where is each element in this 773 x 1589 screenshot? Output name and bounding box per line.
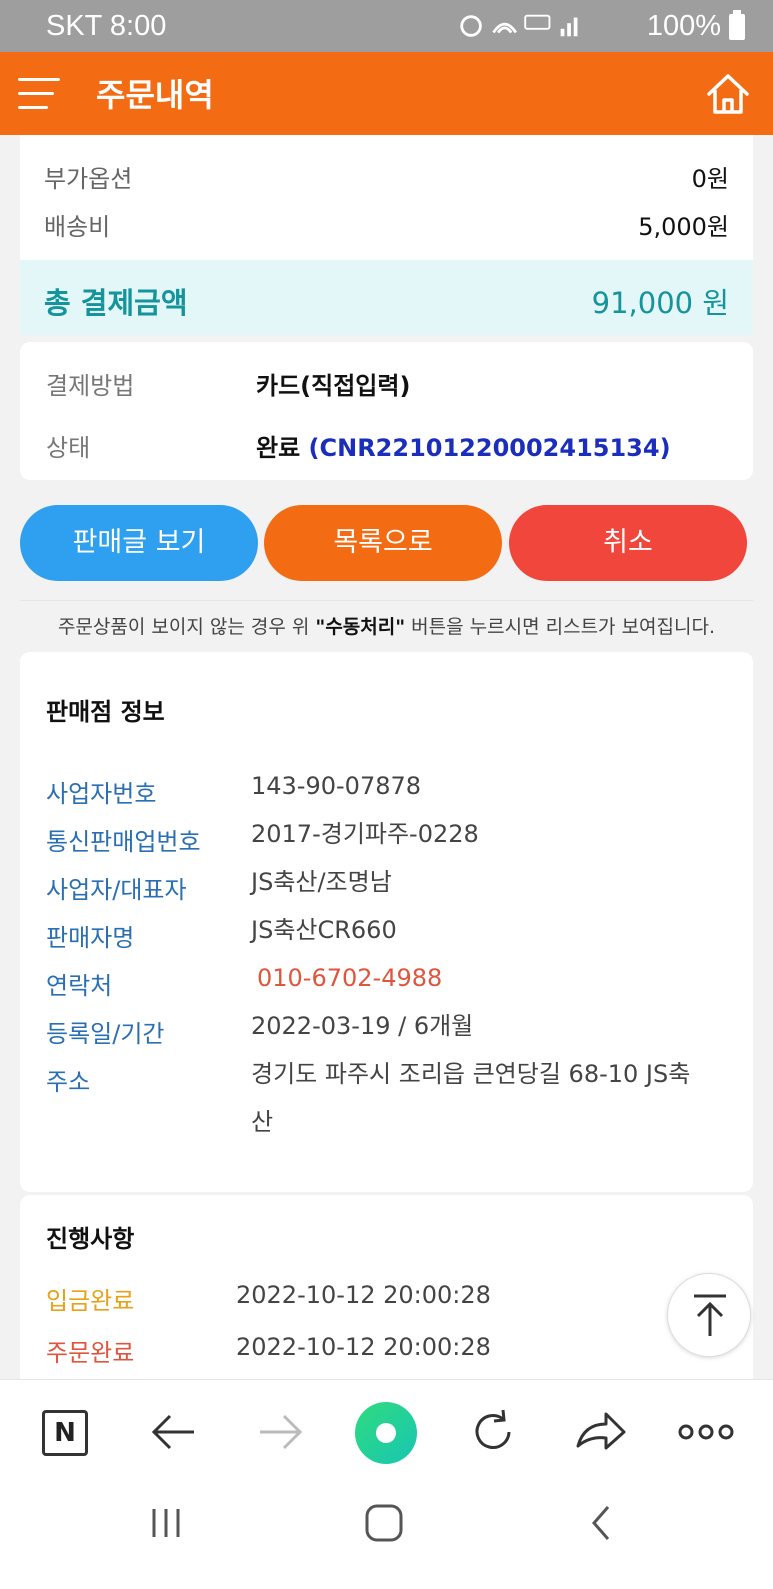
option-value: 0원 bbox=[691, 165, 729, 193]
option-label: 부가옵션 bbox=[44, 165, 133, 193]
home-icon[interactable] bbox=[705, 72, 751, 116]
order-detail-content[interactable]: 부가옵션 0원 배송비 5,000원 총 결제금액 91,000 원 결제방법 … bbox=[0, 135, 773, 1379]
status-value: 완료 (CNR22101220002415134) bbox=[256, 434, 671, 462]
share-icon[interactable] bbox=[570, 1402, 630, 1462]
forward-arrow-icon[interactable] bbox=[250, 1402, 310, 1462]
system-nav-bar bbox=[0, 1483, 773, 1589]
scroll-top-button[interactable] bbox=[667, 1273, 751, 1357]
divider bbox=[20, 600, 753, 601]
naver-n-icon: N bbox=[42, 1410, 88, 1456]
total-value: 91,000 원 bbox=[591, 286, 729, 320]
progress-card: 진행사항 입금완료 2022-10-12 20:00:28 주문완료 2022-… bbox=[20, 1195, 753, 1379]
app-bar: 주문내역 bbox=[0, 52, 773, 135]
status-icons bbox=[460, 14, 578, 37]
hamburger-menu-icon[interactable] bbox=[18, 76, 62, 112]
status-label: 상태 bbox=[46, 434, 91, 462]
back-arrow-icon[interactable] bbox=[144, 1402, 204, 1462]
green-dot-icon bbox=[355, 1402, 417, 1464]
arrow-up-icon bbox=[694, 1294, 726, 1336]
battery-text: 100% bbox=[646, 10, 721, 42]
seller-phone-link[interactable]: 010-6702-4988 bbox=[257, 954, 717, 1002]
total-label: 총 결제금액 bbox=[44, 286, 188, 320]
carrier-time: SKT 8:00 bbox=[46, 10, 167, 42]
recent-apps-icon[interactable] bbox=[146, 1503, 186, 1543]
payment-card: 결제방법 카드(직접입력) 상태 완료 (CNR2210122000241513… bbox=[20, 342, 753, 480]
status-bar: SKT 8:00 100% bbox=[0, 0, 773, 52]
back-nav-icon[interactable] bbox=[582, 1503, 622, 1543]
battery-icon bbox=[729, 10, 745, 40]
seller-info-heading: 판매점 정보 bbox=[46, 698, 165, 726]
payment-method-label: 결제방법 bbox=[46, 372, 135, 400]
shipping-label: 배송비 bbox=[44, 213, 111, 241]
view-post-button[interactable]: 판매글 보기 bbox=[20, 505, 258, 581]
progress-heading: 진행사항 bbox=[46, 1225, 135, 1253]
page-title: 주문내역 bbox=[96, 76, 214, 114]
shipping-value: 5,000원 bbox=[638, 213, 729, 241]
home-nav-icon[interactable] bbox=[362, 1501, 406, 1545]
cancel-button[interactable]: 취소 bbox=[509, 505, 747, 581]
notice-text: 주문상품이 보이지 않는 경우 위 "수동처리" 버튼을 누르시면 리스트가 보… bbox=[57, 616, 716, 638]
list-button[interactable]: 목록으로 bbox=[264, 505, 502, 581]
more-options-icon[interactable] bbox=[676, 1402, 736, 1462]
naver-home-button[interactable]: N bbox=[38, 1402, 98, 1462]
green-dot-button[interactable] bbox=[355, 1402, 417, 1464]
total-amount-row: 총 결제금액 91,000 원 bbox=[20, 260, 753, 335]
status-code: (CNR22101220002415134) bbox=[308, 434, 671, 462]
seller-info-card: 판매점 정보 사업자번호 143-90-07878 통신판매업번호 2017-경… bbox=[20, 652, 753, 1192]
browser-toolbar: N bbox=[0, 1379, 773, 1483]
refresh-icon[interactable] bbox=[463, 1402, 523, 1462]
payment-method-value: 카드(직접입력) bbox=[256, 372, 411, 400]
